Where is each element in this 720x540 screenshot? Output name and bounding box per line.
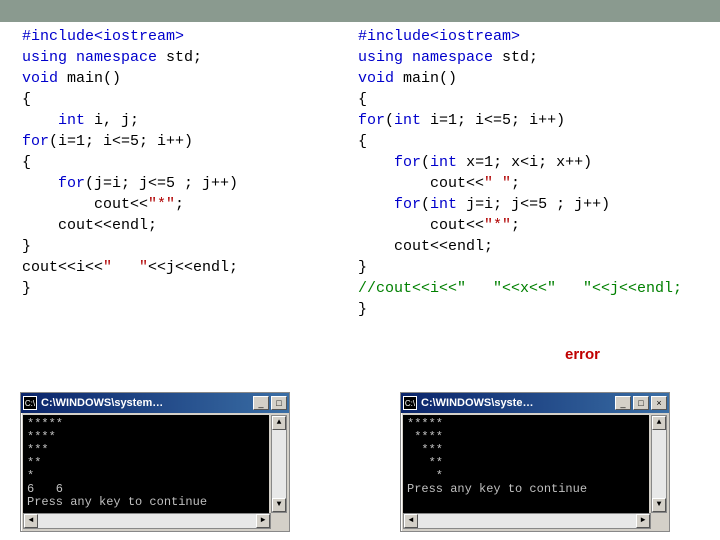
code-line: #include<iostream> bbox=[358, 26, 708, 47]
window-title: C:\WINDOWS\system… bbox=[41, 397, 251, 409]
code-line: //cout<<i<<" "<<x<<" "<<j<<endl; bbox=[358, 278, 708, 299]
window-title: C:\WINDOWS\syste… bbox=[421, 397, 613, 409]
console-output-area: ***** **** *** ** * Press any key to con… bbox=[403, 415, 649, 529]
code-pane-right: #include<iostream>using namespace std;vo… bbox=[358, 26, 708, 320]
maximize-button[interactable]: □ bbox=[271, 396, 287, 410]
code-line: #include<iostream> bbox=[22, 26, 342, 47]
code-line: cout<<endl; bbox=[358, 236, 708, 257]
scroll-up-icon[interactable]: ▲ bbox=[652, 416, 666, 430]
code-line: cout<<" "; bbox=[358, 173, 708, 194]
code-line: { bbox=[22, 89, 342, 110]
scroll-track[interactable] bbox=[272, 430, 286, 498]
code-line: for(int x=1; x<i; x++) bbox=[358, 152, 708, 173]
vertical-scrollbar[interactable]: ▲ ▼ bbox=[271, 415, 287, 513]
cmd-icon: C:\ bbox=[403, 396, 417, 410]
scroll-corner bbox=[271, 513, 287, 529]
scroll-left-icon[interactable]: ◄ bbox=[24, 514, 38, 528]
maximize-button[interactable]: □ bbox=[633, 396, 649, 410]
code-line: { bbox=[358, 131, 708, 152]
titlebar[interactable]: C:\ C:\WINDOWS\syste… _ □ × bbox=[401, 393, 669, 413]
code-line: } bbox=[22, 278, 342, 299]
scroll-right-icon[interactable]: ► bbox=[256, 514, 270, 528]
console-window-right: C:\ C:\WINDOWS\syste… _ □ × ***** **** *… bbox=[400, 392, 670, 532]
code-line: { bbox=[358, 89, 708, 110]
cmd-icon: C:\ bbox=[23, 396, 37, 410]
scroll-right-icon[interactable]: ► bbox=[636, 514, 650, 528]
minimize-button[interactable]: _ bbox=[253, 396, 269, 410]
code-line: } bbox=[358, 257, 708, 278]
code-line: cout<<"*"; bbox=[358, 215, 708, 236]
code-line: { bbox=[22, 152, 342, 173]
close-button[interactable]: × bbox=[651, 396, 667, 410]
scroll-corner bbox=[651, 513, 667, 529]
code-line: for(int j=i; j<=5 ; j++) bbox=[358, 194, 708, 215]
horizontal-scrollbar[interactable]: ◄ ► bbox=[403, 513, 651, 529]
code-line: void main() bbox=[358, 68, 708, 89]
minimize-button[interactable]: _ bbox=[615, 396, 631, 410]
code-line: void main() bbox=[22, 68, 342, 89]
gray-header-bar bbox=[0, 0, 720, 22]
console-output-area: ***** **** *** ** * 6 6 Press any key to… bbox=[23, 415, 269, 529]
scroll-track[interactable] bbox=[38, 514, 256, 528]
console-output: ***** **** *** ** * 6 6 Press any key to… bbox=[27, 418, 265, 509]
vertical-scrollbar[interactable]: ▲ ▼ bbox=[651, 415, 667, 513]
code-line: int i, j; bbox=[22, 110, 342, 131]
console-output: ***** **** *** ** * Press any key to con… bbox=[407, 418, 645, 496]
code-pane-left: #include<iostream>using namespace std;vo… bbox=[22, 26, 342, 299]
code-line: for(i=1; i<=5; i++) bbox=[22, 131, 342, 152]
scroll-track[interactable] bbox=[652, 430, 666, 498]
horizontal-scrollbar[interactable]: ◄ ► bbox=[23, 513, 271, 529]
code-line: } bbox=[22, 236, 342, 257]
scroll-left-icon[interactable]: ◄ bbox=[404, 514, 418, 528]
error-label: error bbox=[565, 346, 600, 363]
console-window-left: C:\ C:\WINDOWS\system… _ □ ***** **** **… bbox=[20, 392, 290, 532]
code-line: using namespace std; bbox=[358, 47, 708, 68]
code-line: for(int i=1; i<=5; i++) bbox=[358, 110, 708, 131]
scroll-down-icon[interactable]: ▼ bbox=[272, 498, 286, 512]
code-line: cout<<endl; bbox=[22, 215, 342, 236]
code-line: cout<<"*"; bbox=[22, 194, 342, 215]
titlebar[interactable]: C:\ C:\WINDOWS\system… _ □ bbox=[21, 393, 289, 413]
code-line: for(j=i; j<=5 ; j++) bbox=[22, 173, 342, 194]
code-line: cout<<i<<" "<<j<<endl; bbox=[22, 257, 342, 278]
code-line: using namespace std; bbox=[22, 47, 342, 68]
scroll-up-icon[interactable]: ▲ bbox=[272, 416, 286, 430]
code-line: } bbox=[358, 299, 708, 320]
scroll-down-icon[interactable]: ▼ bbox=[652, 498, 666, 512]
scroll-track[interactable] bbox=[418, 514, 636, 528]
